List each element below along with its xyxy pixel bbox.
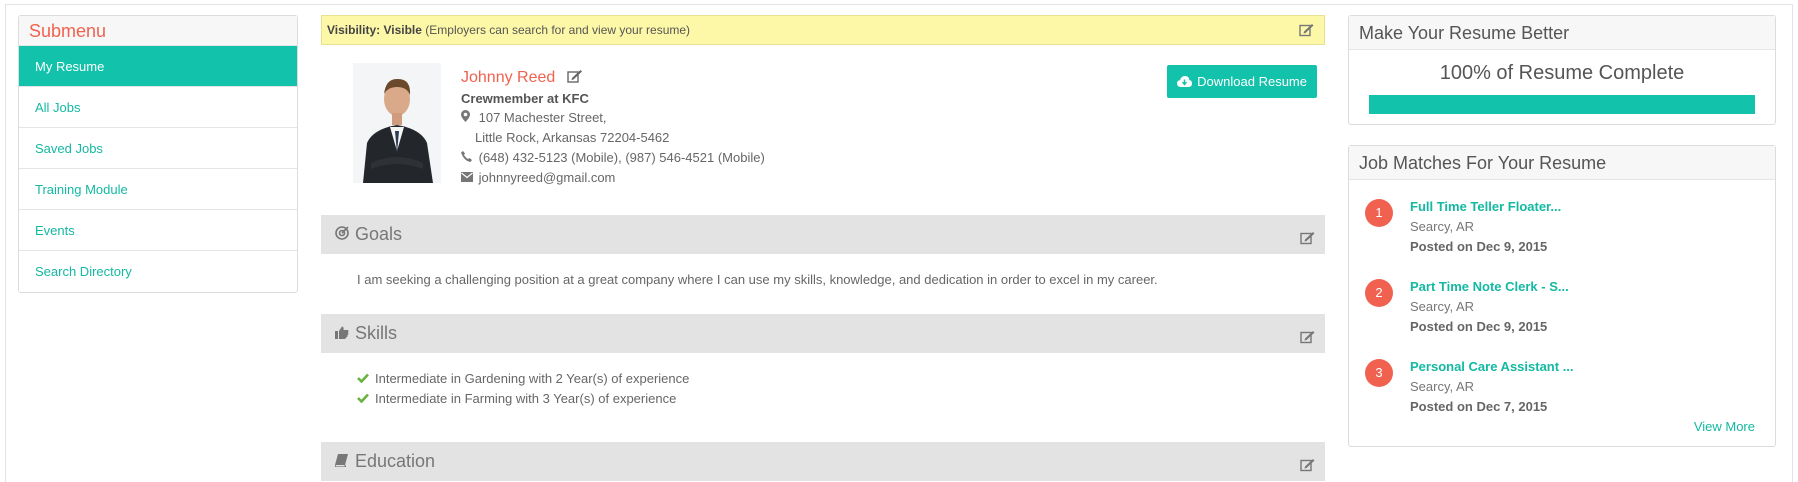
download-resume-button[interactable]: Download Resume: [1166, 65, 1317, 98]
job-match-item: 3 Personal Care Assistant ... Searcy, AR…: [1349, 340, 1775, 420]
resume-complete-text: 100% of Resume Complete: [1439, 62, 1685, 84]
job-location: Searcy, AR: [1410, 219, 1475, 234]
cloud-download-icon: [1176, 76, 1192, 87]
edit-goals-icon[interactable]: [1300, 228, 1315, 244]
download-resume-label: Download Resume: [1197, 74, 1307, 89]
sidebar-item-training-module[interactable]: Training Module: [19, 169, 297, 210]
submenu: Submenu My Resume All Jobs Saved Jobs Tr…: [18, 15, 298, 293]
check-icon: [357, 391, 375, 406]
resume-better-title: Make Your Resume Better: [1349, 16, 1775, 50]
goals-title: Goals: [355, 224, 403, 244]
phone-icon: [461, 150, 475, 165]
visibility-bar: Visibility: Visible (Employers can searc…: [321, 15, 1325, 45]
address-line-1: 107 Machester Street,: [461, 110, 765, 126]
email-line: johnnyreed@gmail.com: [461, 170, 765, 186]
profile-name: Johnny Reed: [461, 69, 556, 86]
skill-item: Intermediate in Farming with 3 Year(s) o…: [357, 391, 1289, 411]
goals-header: Goals: [321, 215, 1325, 254]
education-title: Education: [355, 451, 436, 471]
education-header: Education: [321, 442, 1325, 481]
skills-header: Skills: [321, 314, 1325, 353]
resume-main: Visibility: Visible (Employers can searc…: [321, 15, 1325, 481]
skills-body: Intermediate in Gardening with 2 Year(s)…: [321, 353, 1325, 442]
sidebar-item-search-directory[interactable]: Search Directory: [19, 251, 297, 292]
job-matches-panel: Job Matches For Your Resume 1 Full Time …: [1348, 145, 1776, 447]
edit-icon[interactable]: [1299, 24, 1314, 37]
sidebar-item-saved-jobs[interactable]: Saved Jobs: [19, 128, 297, 169]
address-city: Little Rock, Arkansas 72204-5462: [475, 130, 670, 145]
envelope-icon: [461, 170, 475, 185]
job-title-link[interactable]: Part Time Note Clerk - S...: [1410, 279, 1775, 299]
profile-photo: [353, 63, 441, 183]
top-border: [5, 4, 1793, 5]
goals-text: I am seeking a challenging position at a…: [357, 272, 1158, 287]
phone-numbers: (648) 432-5123 (Mobile), (987) 546-4521 …: [478, 150, 765, 165]
email-address: johnnyreed@gmail.com: [478, 170, 616, 185]
phone-line: (648) 432-5123 (Mobile), (987) 546-4521 …: [461, 150, 765, 166]
job-match-item: 1 Full Time Teller Floater... Searcy, AR…: [1349, 180, 1775, 260]
job-title-link[interactable]: Personal Care Assistant ...: [1410, 359, 1775, 379]
job-posted-date: Posted on Dec 9, 2015: [1410, 319, 1548, 334]
job-location: Searcy, AR: [1410, 299, 1475, 314]
edit-name-icon[interactable]: [567, 69, 583, 83]
target-icon: [335, 224, 351, 245]
skill-item: Intermediate in Gardening with 2 Year(s)…: [357, 371, 1289, 391]
job-posted-date: Posted on Dec 7, 2015: [1410, 399, 1548, 414]
address-line-2: Little Rock, Arkansas 72204-5462: [461, 130, 765, 146]
skills-title: Skills: [355, 323, 398, 343]
edit-education-icon[interactable]: [1300, 455, 1315, 471]
sidebar-item-all-jobs[interactable]: All Jobs: [19, 87, 297, 128]
right-border: [1792, 4, 1793, 482]
map-marker-icon: [461, 110, 475, 125]
skill-text: Intermediate in Farming with 3 Year(s) o…: [375, 391, 677, 406]
job-title-link[interactable]: Full Time Teller Floater...: [1410, 199, 1775, 219]
job-posted-date: Posted on Dec 9, 2015: [1410, 239, 1548, 254]
submenu-title: Submenu: [19, 16, 297, 46]
job-number-badge: 3: [1365, 359, 1393, 387]
job-number-badge: 2: [1365, 279, 1393, 307]
left-border: [5, 4, 6, 482]
skill-text: Intermediate in Gardening with 2 Year(s)…: [375, 371, 690, 386]
resume-progress-bar: [1369, 95, 1755, 114]
check-icon: [357, 371, 375, 386]
profile-card: Johnny Reed Crewmember at KFC 107 Maches…: [321, 45, 1325, 215]
sidebar-item-events[interactable]: Events: [19, 210, 297, 251]
profile-headline: Crewmember at KFC: [461, 91, 589, 106]
thumbs-up-icon: [335, 323, 351, 344]
resume-better-panel: Make Your Resume Better 100% of Resume C…: [1348, 15, 1776, 125]
resume-progress-fill: [1369, 95, 1755, 114]
visibility-note: (Employers can search for and view your …: [425, 23, 691, 37]
address-street: 107 Machester Street,: [478, 110, 607, 125]
job-number-badge: 1: [1365, 199, 1393, 227]
book-icon: [334, 451, 351, 472]
job-matches-title: Job Matches For Your Resume: [1349, 146, 1775, 180]
sidebar-item-my-resume[interactable]: My Resume: [19, 46, 297, 87]
job-location: Searcy, AR: [1410, 379, 1475, 394]
view-more-link[interactable]: View More: [1349, 419, 1775, 439]
goals-body: I am seeking a challenging position at a…: [321, 254, 1325, 314]
profile-info: Johnny Reed Crewmember at KFC 107 Maches…: [461, 69, 765, 186]
job-match-item: 2 Part Time Note Clerk - S... Searcy, AR…: [1349, 260, 1775, 340]
visibility-label: Visibility: Visible: [327, 23, 422, 37]
edit-skills-icon[interactable]: [1300, 327, 1315, 343]
